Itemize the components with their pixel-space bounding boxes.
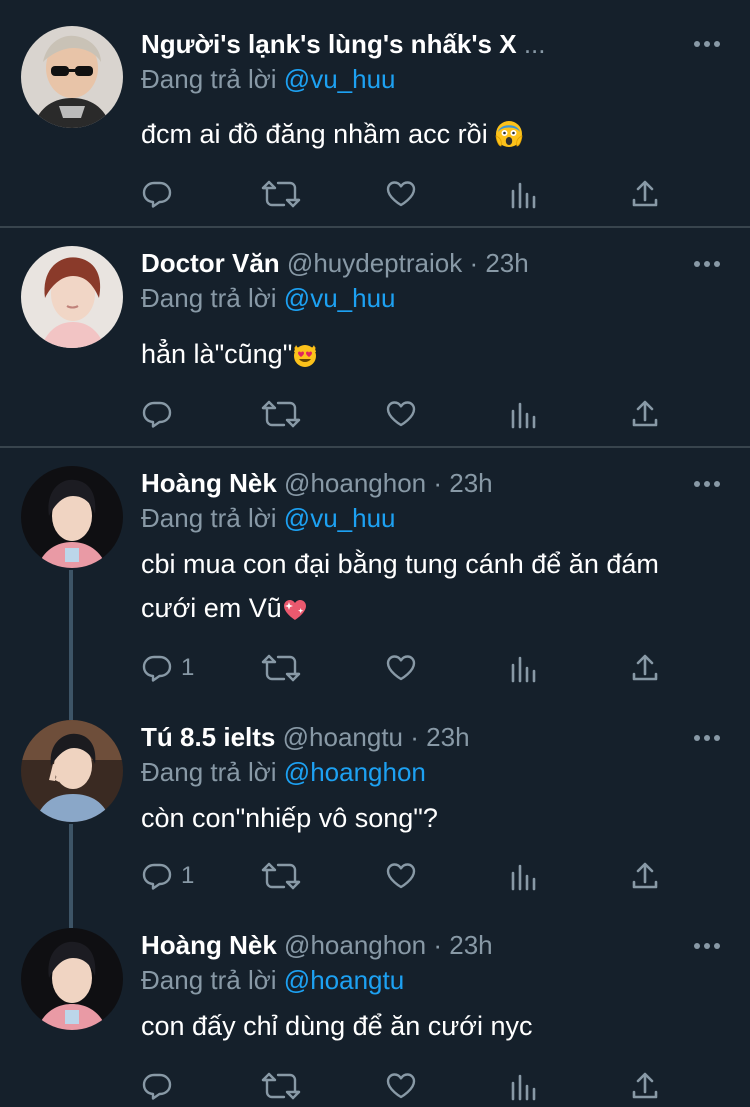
reply-button[interactable]	[141, 1066, 173, 1106]
reply-context: Đang trả lời @hoanghon	[141, 754, 426, 790]
display-name[interactable]: Doctor Văn	[141, 248, 280, 278]
more-options-icon[interactable]	[694, 34, 720, 54]
tweet-text: con đấy chỉ dùng để ăn cưới nyc	[141, 1004, 721, 1048]
tweet-actions: 1	[141, 856, 681, 896]
tweet-text-content: hẳn là"cũng"	[141, 339, 293, 369]
share-button[interactable]	[629, 174, 661, 214]
like-button[interactable]	[385, 1066, 417, 1106]
separator: ·	[469, 248, 479, 278]
display-name[interactable]: Hoàng Nèk	[141, 930, 277, 960]
like-button[interactable]	[385, 174, 417, 214]
separator: ·	[410, 722, 419, 752]
more-options-icon[interactable]	[694, 728, 720, 748]
tweet-actions	[141, 1066, 681, 1106]
share-button[interactable]	[629, 648, 661, 688]
retweet-button[interactable]	[261, 174, 301, 214]
retweet-button[interactable]	[261, 1066, 301, 1106]
share-button[interactable]	[629, 1066, 661, 1106]
reply-button[interactable]	[141, 174, 173, 214]
tweet-header: Tú 8.5 ielts @hoangtu · 23h	[141, 717, 660, 757]
handle[interactable]: @hoanghon	[284, 468, 426, 498]
tweet-text: còn con"nhiếp vô song"?	[141, 796, 721, 840]
timestamp[interactable]: 23h	[449, 930, 492, 960]
mention-link[interactable]: @hoanghon	[284, 757, 426, 787]
tweet[interactable]: Người's lạnk's lùng's nhấk's X ... Đang …	[0, 0, 750, 226]
reply-context: Đang trả lời @vu_huu	[141, 500, 396, 536]
retweet-button[interactable]	[261, 648, 301, 688]
reply-label: Đang trả lời	[141, 965, 277, 995]
mention-link[interactable]: @vu_huu	[284, 503, 396, 533]
tweet-text-content: còn con"nhiếp vô song"?	[141, 803, 438, 833]
reply-context: Đang trả lời @vu_huu	[141, 61, 396, 97]
reply-button[interactable]	[141, 394, 173, 434]
analytics-button[interactable]	[508, 648, 540, 688]
tweet-text-line: cưới em Vũ	[141, 593, 282, 623]
reply-label: Đang trả lời	[141, 757, 277, 787]
tweet-text: cbi mua con đại bằng tung cánh để ăn đám…	[141, 542, 721, 635]
timestamp[interactable]: 23h	[426, 722, 469, 752]
analytics-button[interactable]	[508, 174, 540, 214]
reply-count: 1	[181, 654, 195, 681]
tweet-actions	[141, 394, 681, 434]
display-name[interactable]: Tú 8.5 ielts	[141, 722, 275, 752]
handle[interactable]: @hoanghon	[284, 930, 426, 960]
scream-emoji	[495, 117, 523, 161]
heart-eyes-cat-emoji	[292, 337, 318, 381]
mention-link[interactable]: @hoangtu	[284, 965, 404, 995]
display-name[interactable]: Người's lạnk's lùng's nhấk's X	[141, 29, 517, 59]
tweet[interactable]: Tú 8.5 ielts @hoangtu · 23h Đang trả lời…	[0, 702, 750, 910]
reply-context: Đang trả lời @vu_huu	[141, 280, 396, 316]
tweet-actions	[141, 174, 681, 214]
like-button[interactable]	[385, 648, 417, 688]
reply-label: Đang trả lời	[141, 503, 277, 533]
reply-context: Đang trả lời @hoangtu	[141, 962, 404, 998]
tweet-header: Hoàng Nèk @hoanghon · 23h	[141, 925, 660, 965]
tweet-header: Doctor Văn @huydeptraiok · 23h	[141, 243, 660, 283]
tweet-text: đcm ai đồ đăng nhầm acc rồi	[141, 112, 721, 161]
avatar[interactable]	[21, 720, 123, 822]
tweet[interactable]: Hoàng Nèk @hoanghon · 23h Đang trả lời @…	[0, 910, 750, 1107]
display-name[interactable]: Hoàng Nèk	[141, 468, 277, 498]
handle[interactable]: @huydeptraiok	[287, 248, 462, 278]
avatar[interactable]	[21, 26, 123, 128]
tweet-actions: 1	[141, 648, 681, 688]
mention-link[interactable]: @vu_huu	[284, 283, 396, 313]
separator: ·	[433, 930, 443, 960]
sparkling-heart-emoji	[282, 591, 308, 635]
reply-label: Đang trả lời	[141, 283, 277, 313]
tweet-text-content: con đấy chỉ dùng để ăn cưới nyc	[141, 1011, 533, 1041]
analytics-button[interactable]	[508, 394, 540, 434]
share-button[interactable]	[629, 856, 661, 896]
like-button[interactable]	[385, 856, 417, 896]
like-button[interactable]	[385, 394, 417, 434]
reply-button[interactable]: 1	[141, 648, 194, 688]
avatar[interactable]	[21, 928, 123, 1030]
tweet[interactable]: Doctor Văn @huydeptraiok · 23h Đang trả …	[0, 228, 750, 446]
tweet-text: hẳn là"cũng"	[141, 332, 721, 381]
avatar[interactable]	[21, 246, 123, 348]
reply-count: 1	[181, 862, 195, 889]
tweet-text-line: cbi mua con đại bằng tung cánh để ăn đám	[141, 549, 659, 579]
avatar[interactable]	[21, 466, 123, 568]
share-button[interactable]	[629, 394, 661, 434]
mention-link[interactable]: @vu_huu	[284, 64, 396, 94]
separator: ·	[433, 468, 443, 498]
tweet[interactable]: Hoàng Nèk @hoanghon · 23h Đang trả lời @…	[0, 448, 750, 700]
more-options-icon[interactable]	[694, 474, 720, 494]
retweet-button[interactable]	[261, 856, 301, 896]
tweet-text-content: đcm ai đồ đăng nhầm acc rồi	[141, 119, 488, 149]
tweet-header: Hoàng Nèk @hoanghon · 23h	[141, 463, 660, 503]
retweet-button[interactable]	[261, 394, 301, 434]
more-options-icon[interactable]	[694, 254, 720, 274]
timestamp[interactable]: 23h	[449, 468, 492, 498]
tweet-header: Người's lạnk's lùng's nhấk's X ...	[141, 24, 660, 64]
more-options-icon[interactable]	[694, 936, 720, 956]
reply-label: Đang trả lời	[141, 64, 277, 94]
analytics-button[interactable]	[508, 1066, 540, 1106]
handle[interactable]: @hoangtu	[283, 722, 403, 752]
timestamp[interactable]: 23h	[485, 248, 528, 278]
analytics-button[interactable]	[508, 856, 540, 896]
ellipsis: ...	[523, 29, 546, 59]
reply-button[interactable]: 1	[141, 856, 194, 896]
